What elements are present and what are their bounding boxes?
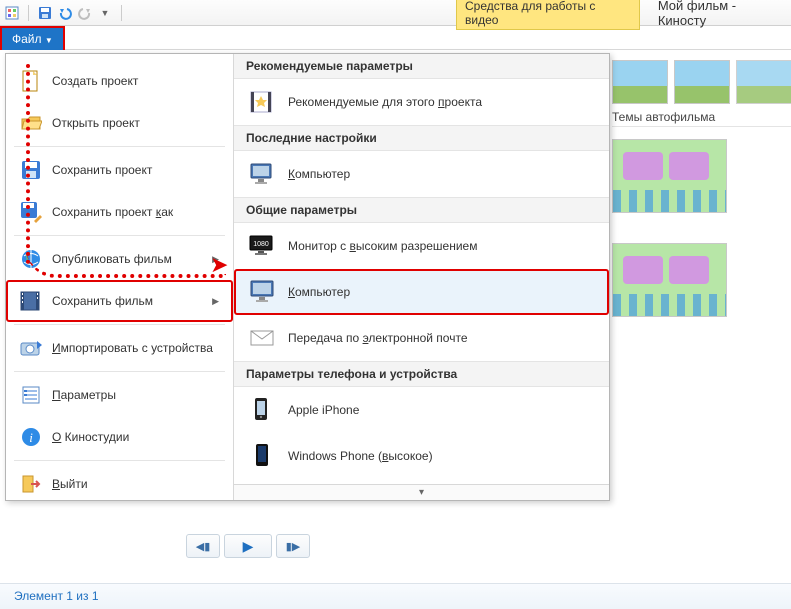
save-icon[interactable] [37, 4, 53, 22]
opt-email[interactable]: Передача по электронной почте [234, 315, 609, 361]
expand-more-button[interactable]: ▾ [234, 484, 609, 500]
ribbon-tabs: Файл ▼ [0, 26, 791, 50]
annotation-path-curve [26, 248, 226, 278]
svg-text:1080: 1080 [253, 241, 269, 248]
folder-open-icon [20, 112, 42, 134]
theme-thumb[interactable] [674, 60, 730, 104]
opt-hires-monitor[interactable]: 1080 Монитор с высоким разрешением [234, 223, 609, 269]
exit-icon [20, 473, 42, 495]
separator [14, 146, 225, 147]
phone-icon [248, 443, 276, 469]
menu-options[interactable]: Параметры [6, 374, 233, 416]
menu-save-project[interactable]: Сохранить проект [6, 149, 233, 191]
opt-windows-phone-high[interactable]: Windows Phone (высокое) [234, 433, 609, 479]
separator [14, 371, 225, 372]
theme-thumb[interactable] [736, 60, 791, 104]
opt-recommended-project[interactable]: Рекомендуемые для этого проекта [234, 79, 609, 125]
menu-import-device[interactable]: Импортировать с устройства [6, 327, 233, 369]
opt-label: Компьютер [288, 167, 350, 181]
status-text: Элемент 1 из 1 [14, 589, 99, 603]
separator [14, 460, 225, 461]
document-title: Мой фильм - Киносту [658, 0, 787, 28]
annotation-arrow-icon: ➤ [210, 252, 228, 278]
menu-label: Выйти [52, 477, 88, 491]
file-tab[interactable]: Файл ▼ [0, 26, 65, 50]
opt-label: Рекомендуемые для этого проекта [288, 95, 482, 109]
redo-icon[interactable] [77, 4, 93, 22]
themes-section-label: Темы автофильма [612, 108, 791, 127]
annotation-path-vertical [26, 64, 30, 264]
opt-label: Монитор с высоким разрешением [288, 239, 477, 253]
menu-save-project-as[interactable]: Сохранить проект как [6, 191, 233, 233]
playback-controls: ◀▮ ▶ ▮▶ [186, 534, 310, 558]
monitor-1080-icon: 1080 [248, 233, 276, 259]
next-frame-button[interactable]: ▮▶ [276, 534, 310, 558]
menu-save-movie[interactable]: Сохранить фильм [6, 280, 233, 322]
film-star-icon [248, 89, 276, 115]
status-bar: Элемент 1 из 1 [0, 583, 791, 609]
clip-thumbnail[interactable] [612, 243, 727, 317]
opt-label: Windows Phone (высокое) [288, 449, 433, 463]
options-icon [20, 384, 42, 406]
quick-access-toolbar: ▼ [4, 4, 126, 22]
menu-label: Открыть проект [52, 116, 140, 130]
opt-computer[interactable]: Компьютер [234, 269, 609, 315]
undo-icon[interactable] [57, 4, 73, 22]
opt-computer-recent[interactable]: Компьютер [234, 151, 609, 197]
opt-label: Компьютер [288, 285, 350, 299]
qat-dropdown-icon[interactable]: ▼ [97, 4, 113, 22]
document-blank-icon [20, 70, 42, 92]
iphone-icon [248, 397, 276, 423]
camera-import-icon [20, 337, 42, 359]
monitor-icon [248, 161, 276, 187]
menu-open-project[interactable]: Открыть проект [6, 102, 233, 144]
opt-label: Apple iPhone [288, 403, 359, 417]
menu-exit[interactable]: Выйти [6, 463, 233, 505]
video-tools-tab[interactable]: Средства для работы с видео [456, 0, 640, 30]
clip-thumbnail[interactable] [612, 139, 727, 213]
file-menu-right-pane: Рекомендуемые параметры Рекомендуемые дл… [234, 54, 609, 500]
menu-label: Сохранить фильм [52, 294, 153, 308]
floppy-icon [20, 159, 42, 181]
group-header-phone: Параметры телефона и устройства [234, 361, 609, 387]
title-bar: ▼ Средства для работы с видео Мой фильм … [0, 0, 791, 26]
svg-text:i: i [29, 430, 33, 445]
play-button[interactable]: ▶ [224, 534, 272, 558]
group-header-recommended: Рекомендуемые параметры [234, 54, 609, 79]
menu-label: Параметры [52, 388, 116, 402]
menu-new-project[interactable]: Создать проект [6, 60, 233, 102]
menu-label: Импортировать с устройства [52, 341, 213, 355]
menu-about[interactable]: i О Киностудии [6, 416, 233, 458]
menu-label: Создать проект [52, 74, 138, 88]
group-header-common: Общие параметры [234, 197, 609, 223]
background-themes-area: Темы автофильма [612, 54, 791, 317]
opt-iphone[interactable]: Apple iPhone [234, 387, 609, 433]
app-icon [4, 4, 20, 22]
separator [14, 324, 225, 325]
separator [121, 5, 122, 21]
menu-label: Сохранить проект [52, 163, 152, 177]
prev-frame-button[interactable]: ◀▮ [186, 534, 220, 558]
menu-label: Сохранить проект как [52, 205, 173, 219]
group-header-recent: Последние настройки [234, 125, 609, 151]
info-icon: i [20, 426, 42, 448]
floppy-pencil-icon [20, 201, 42, 223]
film-save-icon [20, 290, 42, 312]
separator [28, 5, 29, 21]
theme-thumb[interactable] [612, 60, 668, 104]
theme-thumbnails [612, 54, 791, 108]
menu-label: О Киностудии [52, 430, 129, 444]
monitor-icon [248, 279, 276, 305]
opt-label: Передача по электронной почте [288, 331, 468, 345]
separator [14, 235, 225, 236]
envelope-icon [248, 325, 276, 351]
